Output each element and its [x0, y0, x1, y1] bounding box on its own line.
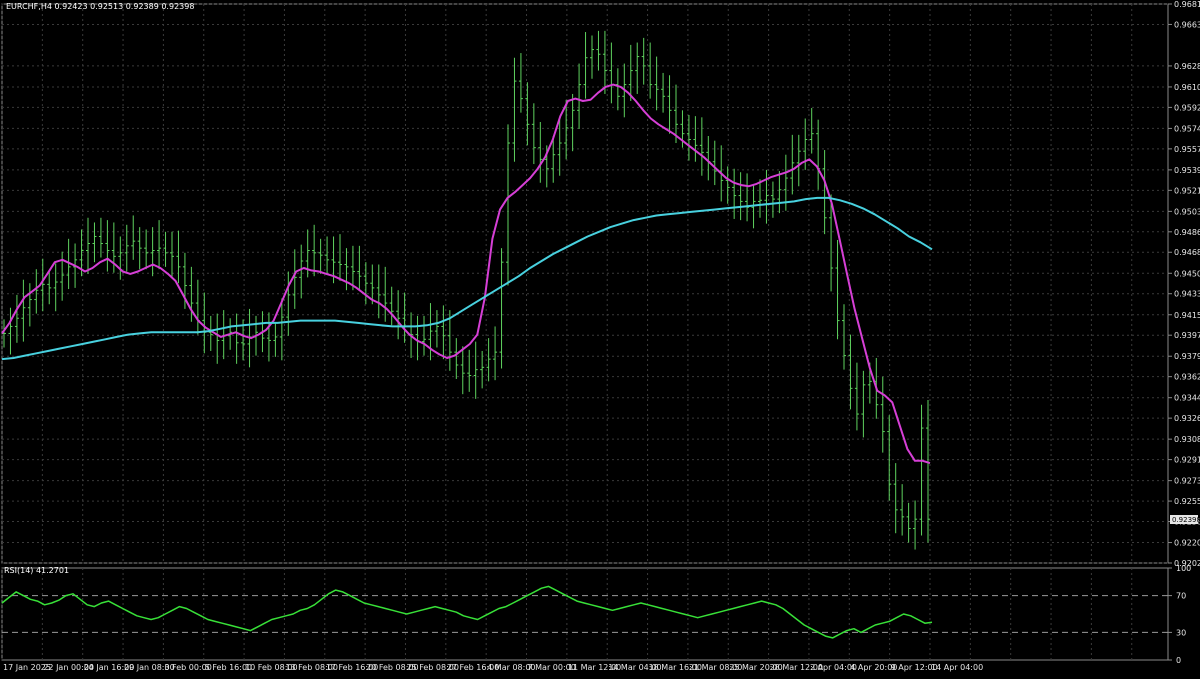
price-tick-label: 0.93975 — [1174, 331, 1200, 340]
price-tick-label: 0.96280 — [1174, 62, 1200, 71]
price-tick-label: 0.95215 — [1174, 186, 1200, 195]
rsi-tick-label: 30 — [1176, 628, 1186, 637]
price-tick-label: 0.94150 — [1174, 311, 1200, 320]
price-tick-label: 0.96635 — [1174, 20, 1200, 29]
rsi-tick-label: 70 — [1176, 592, 1186, 601]
price-tick-label: 0.94505 — [1174, 269, 1200, 278]
price-tick-label: 0.95390 — [1174, 166, 1200, 175]
price-tick-label: 0.92555 — [1174, 497, 1200, 506]
price-tick-label: 0.93085 — [1174, 435, 1200, 444]
price-tick-label: 0.95035 — [1174, 207, 1200, 216]
price-tick-label: 0.96810 — [1174, 0, 1200, 9]
rsi-label: RSI(14) 41.2701 — [4, 566, 69, 575]
symbol-header: EURCHF,H4 0.92423 0.92513 0.92389 0.9239… — [6, 2, 194, 11]
current-price-value: 0.92398 — [1172, 516, 1200, 524]
price-tick-label: 0.92910 — [1174, 456, 1200, 465]
price-tick-label: 0.95925 — [1174, 103, 1200, 112]
price-tick-label: 0.96100 — [1174, 83, 1200, 92]
chart-svg: 0.96810 0.96635 0.96280 0.96100 0.95925 0.957… — [0, 0, 1200, 675]
rsi-tick-label: 100 — [1176, 564, 1191, 573]
price-tick-label: 0.95570 — [1174, 145, 1200, 154]
price-tick-label: 0.94330 — [1174, 290, 1200, 299]
rsi-tick-label: 0 — [1176, 656, 1181, 665]
price-tick-label: 0.94685 — [1174, 248, 1200, 257]
price-tick-label: 0.92730 — [1174, 477, 1200, 486]
price-tick-label: 0.93795 — [1174, 352, 1200, 361]
price-tick-label: 0.92200 — [1174, 539, 1200, 548]
price-tick-label: 0.93620 — [1174, 373, 1200, 382]
chart-root: 0.96810 0.96635 0.96280 0.96100 0.95925 0.957… — [0, 0, 1200, 675]
current-price-tag: 0.92398 — [1170, 515, 1200, 524]
price-tick-label: 0.93265 — [1174, 414, 1200, 423]
price-tick-label: 0.93440 — [1174, 394, 1200, 403]
price-tick-label: 0.94860 — [1174, 228, 1200, 237]
time-tick-label: 14 Apr 04:00 — [931, 663, 983, 672]
chart-background — [0, 0, 1200, 675]
price-tick-label: 0.95745 — [1174, 124, 1200, 133]
